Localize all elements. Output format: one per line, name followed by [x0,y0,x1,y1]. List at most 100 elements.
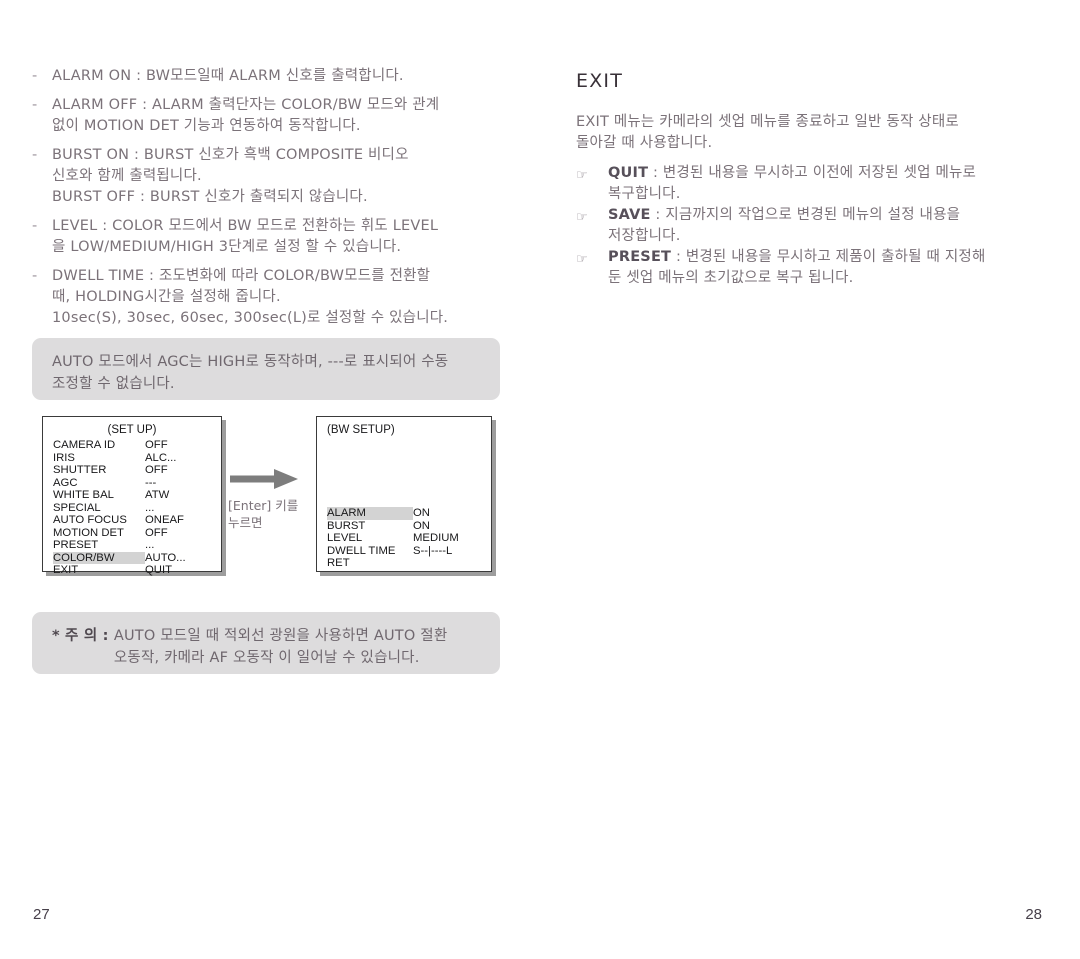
list-item: - DWELL TIME : 조도변화에 따라 COLOR/BW모드를 전환할 … [32,266,512,329]
osd-setup-menu: (SET UP) CAMERA ID OFF IRIS ALC... SHUTT… [42,416,222,576]
osd-row-value: OFF [145,526,168,539]
dash-bullet-icon: - [32,268,38,284]
osd-row-value: QUIT [145,564,172,576]
feature-bullet-list: - ALARM ON : BW모드일때 ALARM 신호를 출력합니다. - A… [32,66,512,337]
osd-row[interactable]: SPECIAL ... [53,502,213,515]
osd-row-value: ... [145,501,155,514]
osd-row-value: ONEAF [145,514,184,526]
osd-row-label: AUTO FOCUS [53,514,127,526]
osd-row-value: S--|----L [413,544,453,557]
osd-row-value: AUTO... [145,551,186,564]
osd-bw-title: (BW SETUP) [327,424,395,436]
osd-row[interactable]: SHUTTER OFF [53,464,213,477]
list-item-text: ALARM OFF : ALARM 출력단자는 COLOR/BW 모드와 관계 … [52,97,440,134]
osd-row-value: ON [413,519,430,532]
osd-row-label: LEVEL [327,532,363,544]
osd-row[interactable]: WHITE BAL ATW [53,489,213,502]
page-number-left: 27 [33,906,50,923]
option-key-label: SAVE [608,207,651,223]
osd-setup-box: (SET UP) CAMERA ID OFF IRIS ALC... SHUTT… [42,416,222,576]
option-key-label: PRESET [608,249,672,265]
osd-row-label: AGC [53,476,78,489]
list-item-text: SAVE : 지금까지의 작업으로 변경된 메뉴의 설정 내용을 저장합니다. [608,205,1048,247]
note-text: AUTO 모드에서 AGC는 HIGH로 동작하며, ---로 표시되어 수동 … [52,354,449,392]
osd-row-label: WHITE BAL [53,489,114,501]
osd-row[interactable]: RET [327,557,483,570]
osd-row-value: --- [145,476,157,489]
pointing-hand-icon: ☞ [576,168,588,183]
osd-row-selected[interactable]: ALARM ON [327,507,483,520]
list-item-text: PRESET : 변경된 내용을 무시하고 제품이 출하될 때 지정해 둔 셋업… [608,247,1048,289]
osd-row-label: BURST [327,519,366,532]
osd-row-label: EXIT [53,564,79,576]
caution-label: * 주 의 : [52,628,114,644]
list-item: ☞ PRESET : 변경된 내용을 무시하고 제품이 출하될 때 지정해 둔 … [576,247,1048,289]
list-item-text: ALARM ON : BW모드일때 ALARM 신호를 출력합니다. [52,68,404,84]
list-item-text: QUIT : 변경된 내용을 무시하고 이전에 저장된 셋업 메뉴로 복구합니다… [608,163,1048,205]
dash-bullet-icon: - [32,218,38,234]
osd-row[interactable]: AGC --- [53,477,213,490]
list-item: - BURST ON : BURST 신호가 흑백 COMPOSITE 비디오 … [32,145,512,208]
dash-bullet-icon: - [32,68,38,84]
pointing-hand-icon: ☞ [576,252,588,267]
dash-bullet-icon: - [32,147,38,163]
osd-row-value: OFF [145,464,168,476]
osd-row-value: ALC... [145,451,177,464]
right-page: EXIT EXIT 메뉴는 카메라의 셋업 메뉴를 종료하고 일반 동작 상태로… [540,0,1080,959]
osd-setup-title: (SET UP) [107,424,157,436]
osd-row-label: PRESET [53,539,99,551]
osd-row-value: ON [413,507,430,519]
note-box-agc: AUTO 모드에서 AGC는 HIGH로 동작하며, ---로 표시되어 수동 … [32,338,500,400]
osd-row[interactable]: BURST ON [327,520,483,533]
osd-row-selected[interactable]: COLOR/BW AUTO... [53,551,213,564]
list-item-text: DWELL TIME : 조도변화에 따라 COLOR/BW모드를 전환할 때,… [52,268,449,326]
osd-row-label: COLOR/BW [53,551,145,564]
osd-row[interactable]: DWELL TIME S--|----L [327,545,483,558]
caution-text: AUTO 모드일 때 적외선 광원을 사용하면 AUTO 절환 오동작, 카메라… [113,628,448,666]
osd-row[interactable]: EXIT QUIT [53,564,213,577]
osd-bw-setup-box: (BW SETUP) ALARM ON BURST ON LEVEL MEDIU… [316,416,492,572]
pointing-hand-icon: ☞ [576,210,588,225]
list-item: - LEVEL : COLOR 모드에서 BW 모드로 전환하는 휘도 LEVE… [32,216,512,258]
osd-spacer [317,439,491,507]
osd-row[interactable]: LEVEL MEDIUM [327,532,483,545]
osd-row-label: SHUTTER [53,464,107,476]
exit-option-list: ☞ QUIT : 변경된 내용을 무시하고 이전에 저장된 셋업 메뉴로 복구합… [576,163,1048,289]
option-description: : 지금까지의 작업으로 변경된 메뉴의 설정 내용을 저장합니다. [608,207,961,244]
option-key-label: QUIT [608,165,649,181]
osd-row-value: OFF [145,439,168,451]
list-item: ☞ SAVE : 지금까지의 작업으로 변경된 메뉴의 설정 내용을 저장합니다… [576,205,1048,247]
osd-row[interactable]: MOTION DET OFF [53,527,213,540]
exit-intro-text: EXIT 메뉴는 카메라의 셋업 메뉴를 종료하고 일반 동작 상태로 돌아갈 … [576,114,959,151]
transition-arrow [230,468,314,490]
note-box-caution: * 주 의 : AUTO 모드일 때 적외선 광원을 사용하면 AUTO 절환 … [32,612,500,674]
osd-row-value: ATW [145,489,170,501]
enter-key-caption: [Enter] 키를 누르면 [228,498,299,530]
option-description: : 변경된 내용을 무시하고 이전에 저장된 셋업 메뉴로 복구합니다. [608,165,977,202]
arrow-right-icon [230,469,298,489]
osd-setup-rows: CAMERA ID OFF IRIS ALC... SHUTTER OFF AG… [43,439,221,577]
osd-row-value: ... [145,539,155,551]
osd-row[interactable]: AUTO FOCUS ONEAF [53,514,213,527]
list-item-text: BURST ON : BURST 신호가 흑백 COMPOSITE 비디오 신호… [52,147,409,205]
list-item: ☞ QUIT : 변경된 내용을 무시하고 이전에 저장된 셋업 메뉴로 복구합… [576,163,1048,205]
osd-row-label: ALARM [327,507,413,520]
osd-row-label: MOTION DET [53,526,124,539]
dash-bullet-icon: - [32,97,38,113]
list-item: - ALARM ON : BW모드일때 ALARM 신호를 출력합니다. [32,66,512,87]
osd-row-label: CAMERA ID [53,439,116,451]
osd-bw-setup-menu: (BW SETUP) ALARM ON BURST ON LEVEL MEDIU… [316,416,492,572]
page-title: EXIT [576,70,624,92]
osd-row-label: IRIS [53,451,75,464]
page-number-right: 28 [1025,906,1042,923]
left-page: - ALARM ON : BW모드일때 ALARM 신호를 출력합니다. - A… [0,0,540,959]
osd-row[interactable]: PRESET ... [53,539,213,552]
osd-row-label: SPECIAL [53,501,101,514]
osd-row[interactable]: IRIS ALC... [53,452,213,465]
osd-row-label: DWELL TIME [327,544,396,557]
osd-row-value: MEDIUM [413,532,459,544]
list-item-text: LEVEL : COLOR 모드에서 BW 모드로 전환하는 휘도 LEVEL … [52,218,439,255]
osd-bw-rows: ALARM ON BURST ON LEVEL MEDIUM DWELL TIM… [317,507,491,570]
osd-row[interactable]: CAMERA ID OFF [53,439,213,452]
osd-row-label: RET [327,557,350,569]
